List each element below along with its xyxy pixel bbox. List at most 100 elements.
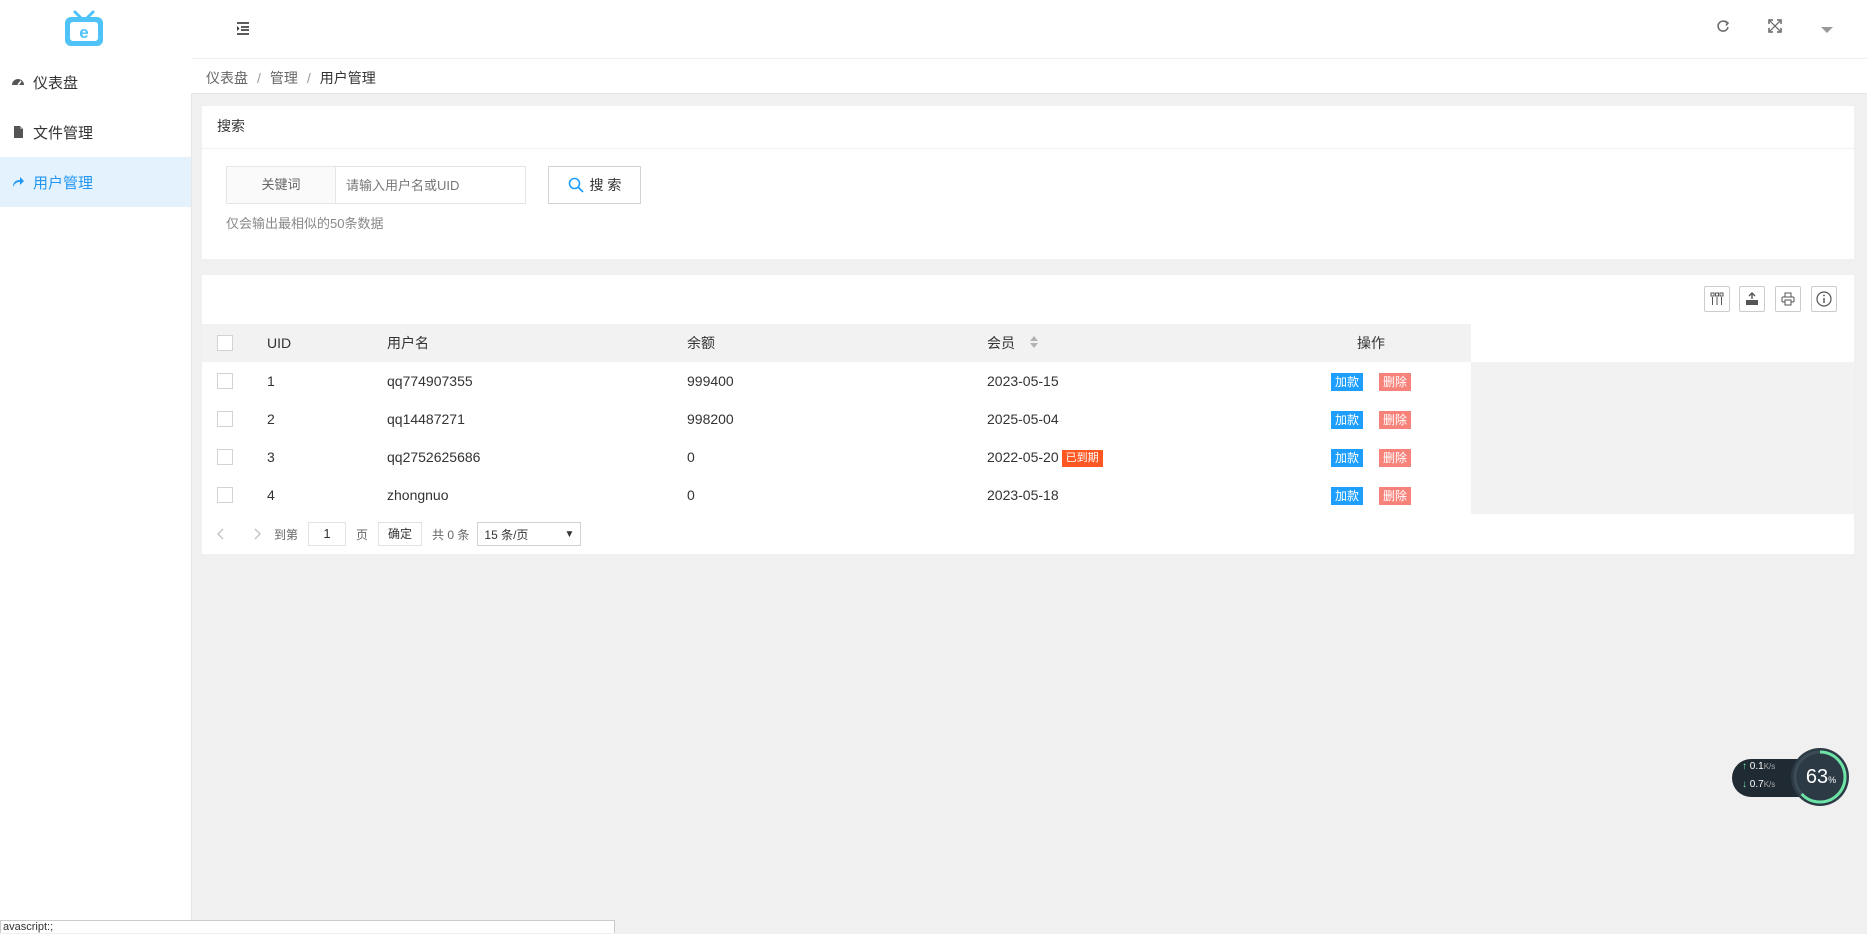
search-button[interactable]: 搜 索 xyxy=(548,166,641,204)
search-card-title: 搜索 xyxy=(202,106,1854,149)
row-checkbox[interactable] xyxy=(217,373,233,389)
download-speed: ↓ 0.7K/s xyxy=(1742,778,1775,792)
dashboard-icon xyxy=(11,75,25,89)
network-speed-widget[interactable]: ↑ 0.1K/s ↓ 0.7K/s 63% xyxy=(1732,747,1850,807)
download-unit: K/s xyxy=(1763,780,1776,789)
column-header-actions: 操作 xyxy=(1357,335,1385,351)
total-count: 共 0 条 xyxy=(432,527,470,542)
row-checkbox[interactable] xyxy=(217,411,233,427)
upload-arrow-icon: ↑ xyxy=(1742,761,1747,772)
row-checkbox[interactable] xyxy=(217,449,233,465)
download-value: 0.7 xyxy=(1749,779,1764,790)
sidebar: e 仪表盘 文件管理 用户管理 xyxy=(0,0,192,933)
fullscreen-icon[interactable] xyxy=(1768,19,1782,36)
page-size-value: 15 条/页 xyxy=(484,527,529,542)
dropdown-arrow-icon: ▼ xyxy=(564,528,575,540)
delete-button[interactable]: 删除 xyxy=(1379,487,1412,505)
add-funds-button[interactable]: 加款 xyxy=(1331,487,1364,505)
share-icon xyxy=(11,175,25,189)
export-icon[interactable] xyxy=(1739,286,1765,312)
sidebar-item-dashboard[interactable]: 仪表盘 xyxy=(0,57,191,107)
uid-cell: 2 xyxy=(267,411,275,427)
sort-icon[interactable] xyxy=(1029,325,1039,363)
print-icon[interactable] xyxy=(1775,286,1801,312)
table-row: 3 qq2752625686 0 2022-05-20 已到期 加款 删除 xyxy=(202,438,1471,476)
add-funds-button[interactable]: 加款 xyxy=(1331,411,1364,429)
table-row: 1 qq774907355 999400 2023-05-15 加款 删除 xyxy=(202,362,1471,400)
breadcrumb-bar: 仪表盘 / 管理 / 用户管理 xyxy=(191,59,1867,94)
add-funds-button[interactable]: 加款 xyxy=(1331,373,1364,391)
column-header-uid[interactable]: UID xyxy=(267,324,291,362)
column-header-username[interactable]: 用户名 xyxy=(387,324,429,362)
uid-cell: 1 xyxy=(267,373,275,389)
table-row: 4 zhongnuo 0 2023-05-18 加款 删除 xyxy=(202,476,1471,514)
username-cell: qq14487271 xyxy=(387,411,465,427)
member-cell: 2023-05-18 xyxy=(987,487,1059,503)
search-input[interactable] xyxy=(336,167,525,203)
column-header-member[interactable]: 会员 xyxy=(987,324,1039,362)
select-all-checkbox[interactable] xyxy=(217,335,233,351)
page-number-input[interactable]: 1 xyxy=(308,522,347,546)
svg-text:e: e xyxy=(79,23,88,42)
pagination: 到第 1 页 确定 共 0 条 15 条/页 ▼ xyxy=(202,514,582,554)
usage-percent-value: 63 xyxy=(1805,766,1829,788)
username-cell: zhongnuo xyxy=(387,487,449,503)
menu-toggle-icon[interactable] xyxy=(235,20,251,39)
app-logo[interactable]: e xyxy=(62,10,106,48)
columns-filter-icon[interactable] xyxy=(1704,286,1730,312)
uid-cell: 3 xyxy=(267,449,275,465)
expired-badge: 已到期 xyxy=(1061,449,1103,467)
browser-status-bar: avascript:; xyxy=(0,920,615,933)
search-hint: 仅会输出最相似的50条数据 xyxy=(226,216,384,231)
goto-confirm-button[interactable]: 确定 xyxy=(378,522,423,546)
row-checkbox[interactable] xyxy=(217,487,233,503)
search-field-group: 关键词 xyxy=(226,166,526,204)
member-cell: 2022-05-20 已到期 xyxy=(987,438,1103,476)
chevron-down-icon[interactable] xyxy=(1820,22,1834,38)
sidebar-item-users[interactable]: 用户管理 xyxy=(0,157,191,207)
upload-unit: K/s xyxy=(1763,762,1776,771)
delete-button[interactable]: 删除 xyxy=(1379,373,1412,391)
refresh-icon[interactable] xyxy=(1716,19,1730,36)
upload-value: 0.1 xyxy=(1749,761,1764,772)
top-bar xyxy=(191,0,1867,59)
breadcrumb-item: 用户管理 xyxy=(319,70,376,86)
balance-cell: 998200 xyxy=(687,411,734,427)
uid-cell: 4 xyxy=(267,487,275,503)
balance-cell: 0 xyxy=(687,487,695,503)
balance-cell: 0 xyxy=(687,449,695,465)
prev-page-icon[interactable] xyxy=(216,528,226,540)
balance-cell: 999400 xyxy=(687,373,734,389)
breadcrumb: 仪表盘 / 管理 / 用户管理 xyxy=(206,70,376,86)
column-header-member-label: 会员 xyxy=(987,335,1015,351)
search-card: 搜索 关键词 搜 索 仅会输出最相似的50条数据 xyxy=(202,106,1854,259)
sidebar-item-label: 文件管理 xyxy=(33,124,94,142)
sidebar-item-files[interactable]: 文件管理 xyxy=(0,107,191,157)
usage-percent: 63% xyxy=(1798,765,1844,792)
delete-button[interactable]: 删除 xyxy=(1379,449,1412,467)
table-row: 2 qq14487271 998200 2025-05-04 加款 删除 xyxy=(202,400,1471,438)
username-cell: qq774907355 xyxy=(387,373,473,389)
username-cell: qq2752625686 xyxy=(387,449,481,465)
search-button-label: 搜 索 xyxy=(589,177,622,193)
page-unit-label: 页 xyxy=(356,527,369,542)
member-cell: 2023-05-15 xyxy=(987,373,1059,389)
upload-speed: ↑ 0.1K/s xyxy=(1742,760,1775,774)
breadcrumb-item[interactable]: 管理 xyxy=(270,70,298,86)
member-cell: 2025-05-04 xyxy=(987,411,1059,427)
file-icon xyxy=(11,125,25,139)
delete-button[interactable]: 删除 xyxy=(1379,411,1412,429)
add-funds-button[interactable]: 加款 xyxy=(1331,449,1364,467)
column-header-balance[interactable]: 余额 xyxy=(687,324,715,362)
sidebar-item-label: 仪表盘 xyxy=(33,74,79,92)
next-page-icon[interactable] xyxy=(252,528,262,540)
member-date: 2022-05-20 xyxy=(987,449,1059,465)
breadcrumb-item[interactable]: 仪表盘 xyxy=(206,70,248,86)
page-size-select[interactable]: 15 条/页 ▼ xyxy=(477,522,582,546)
info-icon[interactable] xyxy=(1811,286,1837,312)
download-arrow-icon: ↓ xyxy=(1742,779,1747,790)
search-icon xyxy=(568,177,584,193)
keyword-label: 关键词 xyxy=(227,167,336,203)
table-header: UID 用户名 余额 会员 操作 xyxy=(202,324,1471,362)
usage-percent-unit: % xyxy=(1828,775,1837,785)
